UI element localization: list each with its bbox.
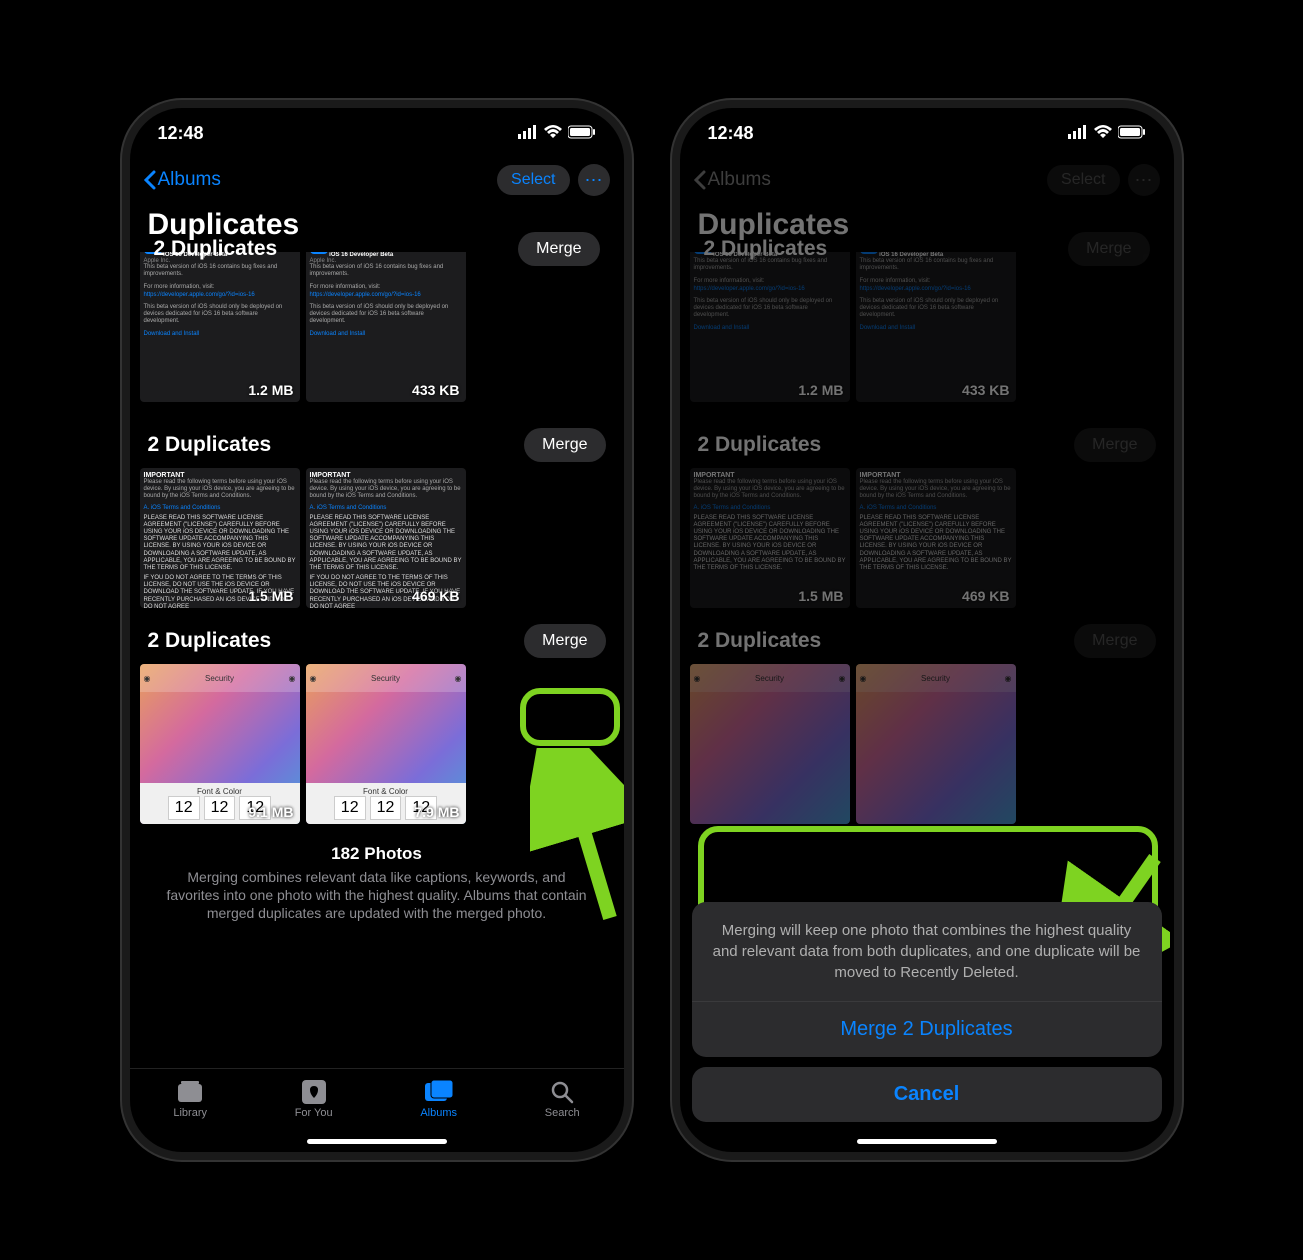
tab-library[interactable]: Library: [173, 1079, 207, 1119]
file-size: 7.9 MB: [414, 804, 459, 820]
more-button: ⋯: [1128, 164, 1160, 196]
signal-icon: [518, 123, 538, 144]
tab-label: Library: [173, 1107, 207, 1119]
thumbnail: iOS 16 Developer Beta This beta version …: [690, 252, 850, 402]
battery-icon: [568, 123, 596, 144]
file-size: 1.5 MB: [248, 588, 293, 604]
status-time: 12:48: [708, 123, 754, 144]
thumbnail: iOS 16 Developer Beta This beta version …: [856, 252, 1016, 402]
thumbnail: ◉Security◉: [690, 664, 850, 824]
notch: [302, 108, 452, 140]
file-size: 469 KB: [412, 588, 459, 604]
ellipsis-icon: ⋯: [1135, 170, 1153, 191]
content: iOS 16 Developer Beta This beta version …: [680, 252, 1174, 834]
chevron-left-icon: [694, 170, 706, 190]
file-size: 1.2 MB: [248, 382, 293, 398]
tab-label: Search: [545, 1107, 580, 1119]
footer-info: 182 Photos Merging combines relevant dat…: [140, 834, 614, 933]
file-size: 9.1 MB: [248, 804, 293, 820]
wifi-icon: [544, 123, 562, 144]
file-size: 433 KB: [412, 382, 459, 398]
footer-description: Merging combines relevant data like capt…: [160, 868, 594, 923]
merge-button[interactable]: Merge: [524, 624, 605, 658]
tab-label: For You: [295, 1107, 333, 1119]
tab-albums[interactable]: Albums: [420, 1079, 457, 1119]
sheet-message: Merging will keep one photo that combine…: [692, 902, 1162, 1002]
merge-button[interactable]: Merge: [518, 252, 599, 266]
battery-icon: [1118, 123, 1146, 144]
library-icon: [176, 1079, 204, 1105]
cancel-button[interactable]: Cancel: [692, 1067, 1162, 1122]
thumbnail[interactable]: IMPORTANT Please read the following term…: [140, 468, 300, 608]
search-icon: [548, 1079, 576, 1105]
phone-right: 12:48 Albums Select ⋯ Duplicates: [672, 100, 1182, 1160]
signal-icon: [1068, 123, 1088, 144]
content[interactable]: iOS 16 Developer Beta Apple Inc. This be…: [130, 252, 624, 1068]
select-button: Select: [1047, 165, 1119, 195]
select-button[interactable]: Select: [497, 165, 569, 195]
thumbnail: IMPORTANT Please read the following term…: [690, 468, 850, 608]
wifi-icon: [1094, 123, 1112, 144]
thumbnail: ◉Security◉: [856, 664, 1016, 824]
albums-icon: [425, 1079, 453, 1105]
nav-bar: Albums Select ⋯: [680, 158, 1174, 202]
thumbnail[interactable]: IMPORTANT Please read the following term…: [306, 468, 466, 608]
photo-count: 182 Photos: [160, 844, 594, 864]
tab-label: Albums: [420, 1107, 457, 1119]
back-button[interactable]: Albums: [144, 169, 221, 191]
action-sheet: Merging will keep one photo that combine…: [680, 892, 1174, 1152]
status-time: 12:48: [158, 123, 204, 144]
notch: [852, 108, 1002, 140]
ellipsis-icon: ⋯: [585, 170, 603, 191]
home-indicator[interactable]: [307, 1139, 447, 1144]
thumbnail[interactable]: ◉Security◉ Font & Color 121212 9.1 MB: [140, 664, 300, 824]
group-title: 2 Duplicates: [148, 629, 272, 653]
thumbnail: IMPORTANT Please read the following term…: [856, 468, 1016, 608]
chevron-left-icon: [144, 170, 156, 190]
back-button: Albums: [694, 169, 771, 191]
nav-bar: Albums Select ⋯: [130, 158, 624, 202]
duplicate-group: iOS 16 Developer Beta Apple Inc. This be…: [140, 252, 614, 402]
back-label: Albums: [708, 169, 771, 191]
duplicate-group: 2 Duplicates Merge IMPORTANT Please read…: [140, 422, 614, 608]
group-title: 2 Duplicates: [148, 433, 272, 457]
thumbnail[interactable]: iOS 16 Developer Beta Apple Inc. This be…: [140, 252, 300, 402]
more-button[interactable]: ⋯: [578, 164, 610, 196]
merge-duplicates-button[interactable]: Merge 2 Duplicates: [692, 1002, 1162, 1057]
phone-left: 12:48 Albums Select ⋯ Duplicates: [122, 100, 632, 1160]
tab-foryou[interactable]: For You: [295, 1079, 333, 1119]
back-label: Albums: [158, 169, 221, 191]
thumbnail[interactable]: ◉Security◉ Font & Color 121212 7.9 MB: [306, 664, 466, 824]
tab-search[interactable]: Search: [545, 1079, 580, 1119]
thumbnail[interactable]: iOS 16 Developer Beta Apple Inc. This be…: [306, 252, 466, 402]
duplicate-group: 2 Duplicates Merge ◉Security◉ Font & Col…: [140, 618, 614, 824]
foryou-icon: [300, 1079, 328, 1105]
group-title: 2 Duplicates: [154, 252, 278, 261]
merge-button[interactable]: Merge: [524, 428, 605, 462]
